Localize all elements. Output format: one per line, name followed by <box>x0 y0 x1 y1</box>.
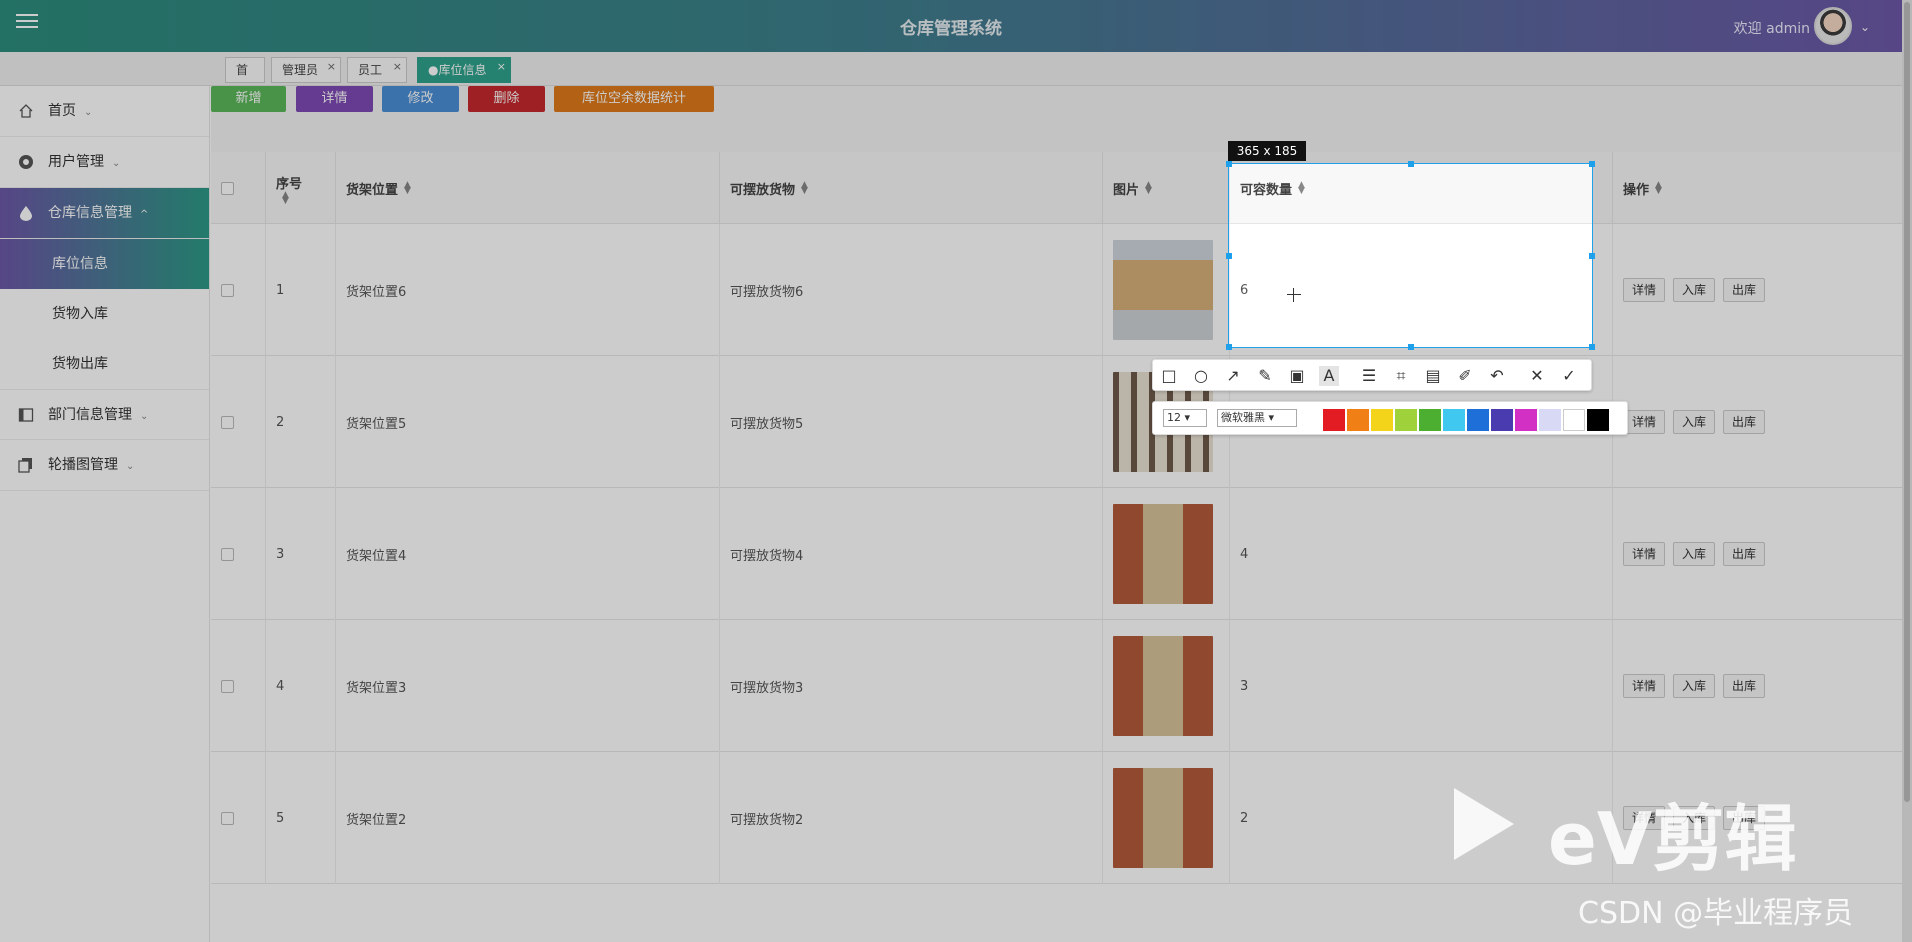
color-swatch[interactable] <box>1323 409 1345 431</box>
color-swatch[interactable] <box>1587 409 1609 431</box>
watermark-brand: eV剪辑 <box>1548 797 1797 881</box>
long-capture-icon[interactable]: ☰ <box>1359 366 1379 386</box>
capture-dim-top <box>0 0 1912 163</box>
capture-dim-right <box>1593 163 1912 348</box>
close-icon[interactable]: ✕ <box>1527 366 1547 386</box>
text-style-bar: 12 ▾ 微软雅黑 ▾ <box>1152 401 1628 435</box>
capture-selection[interactable] <box>1226 161 1595 350</box>
resize-handle[interactable] <box>1589 344 1595 350</box>
undo-icon[interactable]: ↶ <box>1487 366 1507 386</box>
capture-toolbar: □ ○ ↗ ✎ ▣ A ☰ ⌗ ▤ ✐ ↶ ✕ ✓ <box>1152 359 1592 391</box>
rectangle-tool-icon[interactable]: □ <box>1159 366 1179 386</box>
capture-dim-left <box>0 163 1228 348</box>
ellipse-tool-icon[interactable]: ○ <box>1191 366 1211 386</box>
resize-handle[interactable] <box>1226 161 1232 167</box>
resize-handle[interactable] <box>1408 161 1414 167</box>
color-swatch[interactable] <box>1515 409 1537 431</box>
resize-handle[interactable] <box>1226 344 1232 350</box>
capture-size-label: 365 x 185 <box>1228 141 1306 161</box>
font-name-value: 微软雅黑 <box>1221 411 1265 424</box>
resize-handle[interactable] <box>1226 253 1232 259</box>
color-swatch[interactable] <box>1419 409 1441 431</box>
resize-handle[interactable] <box>1589 161 1595 167</box>
arrow-tool-icon[interactable]: ↗ <box>1223 366 1243 386</box>
play-icon <box>1454 788 1514 860</box>
font-size-value: 12 <box>1167 411 1181 424</box>
ocr-icon[interactable]: ⌗ <box>1391 366 1411 386</box>
color-swatch[interactable] <box>1371 409 1393 431</box>
confirm-icon[interactable]: ✓ <box>1559 366 1579 386</box>
resize-handle[interactable] <box>1408 344 1414 350</box>
color-swatch[interactable] <box>1395 409 1417 431</box>
text-tool-icon[interactable]: A <box>1319 366 1339 386</box>
color-swatch[interactable] <box>1491 409 1513 431</box>
font-size-select[interactable]: 12 ▾ <box>1163 409 1207 427</box>
color-swatch[interactable] <box>1563 409 1585 431</box>
watermark-csdn: CSDN @毕业程序员 <box>1578 896 1854 931</box>
color-swatch[interactable] <box>1443 409 1465 431</box>
edit-icon[interactable]: ✐ <box>1455 366 1475 386</box>
resize-handle[interactable] <box>1589 253 1595 259</box>
color-swatch[interactable] <box>1467 409 1489 431</box>
color-swatch[interactable] <box>1539 409 1561 431</box>
font-name-select[interactable]: 微软雅黑 ▾ <box>1217 409 1297 427</box>
pencil-tool-icon[interactable]: ✎ <box>1255 366 1275 386</box>
mosaic-tool-icon[interactable]: ▣ <box>1287 366 1307 386</box>
color-swatch[interactable] <box>1347 409 1369 431</box>
save-icon[interactable]: ▤ <box>1423 366 1443 386</box>
crosshair-cursor-icon <box>1287 288 1301 302</box>
